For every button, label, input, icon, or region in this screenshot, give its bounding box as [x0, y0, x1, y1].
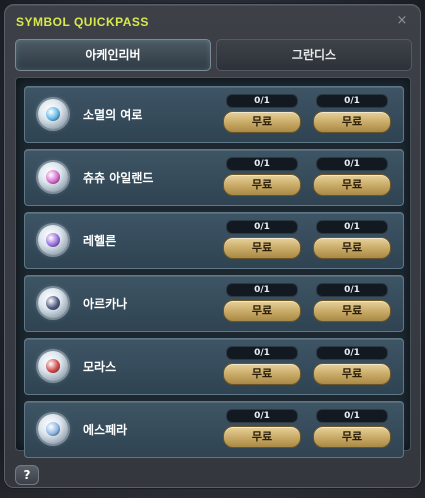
symbol-gem — [46, 233, 60, 247]
symbol-gem — [46, 359, 60, 373]
close-icon[interactable]: × — [395, 14, 409, 28]
slot-count: 0/1 — [316, 409, 388, 423]
symbol-list: 소멸의 여로 0/1 무료 0/1 무료 츄츄 아일랜드 0/1 무료 0/1 … — [24, 86, 404, 464]
symbol-row: 소멸의 여로 0/1 무료 0/1 무료 — [24, 86, 404, 143]
symbol-row: 레헬른 0/1 무료 0/1 무료 — [24, 212, 404, 269]
free-button[interactable]: 무료 — [223, 300, 301, 322]
symbol-list-panel: 소멸의 여로 0/1 무료 0/1 무료 츄츄 아일랜드 0/1 무료 0/1 … — [15, 77, 411, 458]
free-button[interactable]: 무료 — [313, 300, 391, 322]
free-button[interactable]: 무료 — [223, 174, 301, 196]
quickpass-slot: 0/1 무료 — [223, 282, 301, 324]
tab-arcane-river[interactable]: 아케인리버 — [15, 39, 211, 71]
quickpass-slot: 0/1 무료 — [313, 345, 391, 387]
symbol-row: 모라스 0/1 무료 0/1 무료 — [24, 338, 404, 395]
quickpass-slot: 0/1 무료 — [223, 408, 301, 450]
morass-symbol-icon — [38, 351, 68, 381]
slot-count: 0/1 — [316, 283, 388, 297]
symbol-gem — [46, 296, 60, 310]
window-title: SYMBOL QUICKPASS — [16, 15, 149, 29]
symbol-row: 아르카나 0/1 무료 0/1 무료 — [24, 275, 404, 332]
quickpass-slot: 0/1 무료 — [223, 156, 301, 198]
slot-count: 0/1 — [316, 94, 388, 108]
free-button[interactable]: 무료 — [223, 111, 301, 133]
slot-count: 0/1 — [226, 409, 298, 423]
quickpass-slot: 0/1 무료 — [313, 219, 391, 261]
free-button[interactable]: 무료 — [313, 237, 391, 259]
slot-count: 0/1 — [226, 346, 298, 360]
arcana-symbol-icon — [38, 288, 68, 318]
region-tabs: 아케인리버 그란디스 — [15, 39, 412, 71]
free-button[interactable]: 무료 — [313, 174, 391, 196]
slot-count: 0/1 — [316, 157, 388, 171]
symbol-name: 소멸의 여로 — [83, 108, 143, 122]
quickpass-slot: 0/1 무료 — [223, 345, 301, 387]
symbol-name: 츄츄 아일랜드 — [83, 171, 154, 185]
free-button[interactable]: 무료 — [223, 363, 301, 385]
symbol-gem — [46, 422, 60, 436]
symbol-name: 레헬른 — [83, 234, 117, 248]
vanishing-journey-symbol-icon — [38, 99, 68, 129]
help-button[interactable]: ? — [15, 465, 39, 485]
free-button[interactable]: 무료 — [313, 111, 391, 133]
slot-count: 0/1 — [226, 157, 298, 171]
symbol-row: 에스페라 0/1 무료 0/1 무료 — [24, 401, 404, 458]
free-button[interactable]: 무료 — [313, 363, 391, 385]
slot-count: 0/1 — [226, 283, 298, 297]
quickpass-slot: 0/1 무료 — [223, 93, 301, 135]
lachelein-symbol-icon — [38, 225, 68, 255]
tab-grandis[interactable]: 그란디스 — [216, 39, 412, 71]
free-button[interactable]: 무료 — [223, 237, 301, 259]
symbol-gem — [46, 170, 60, 184]
quickpass-slot: 0/1 무료 — [313, 156, 391, 198]
symbol-name: 에스페라 — [83, 423, 128, 437]
quickpass-slot: 0/1 무료 — [223, 219, 301, 261]
free-button[interactable]: 무료 — [223, 426, 301, 448]
symbol-name: 모라스 — [83, 360, 117, 374]
quickpass-slot: 0/1 무료 — [313, 282, 391, 324]
chuchu-island-symbol-icon — [38, 162, 68, 192]
esfera-symbol-icon — [38, 414, 68, 444]
symbol-name: 아르카나 — [83, 297, 128, 311]
quickpass-slot: 0/1 무료 — [313, 408, 391, 450]
symbol-gem — [46, 107, 60, 121]
free-button[interactable]: 무료 — [313, 426, 391, 448]
slot-count: 0/1 — [226, 94, 298, 108]
slot-count: 0/1 — [316, 346, 388, 360]
slot-count: 0/1 — [226, 220, 298, 234]
symbol-quickpass-window: SYMBOL QUICKPASS × 아케인리버 그란디스 소멸의 여로 0/1… — [4, 4, 421, 488]
quickpass-slot: 0/1 무료 — [313, 93, 391, 135]
slot-count: 0/1 — [316, 220, 388, 234]
symbol-row: 츄츄 아일랜드 0/1 무료 0/1 무료 — [24, 149, 404, 206]
